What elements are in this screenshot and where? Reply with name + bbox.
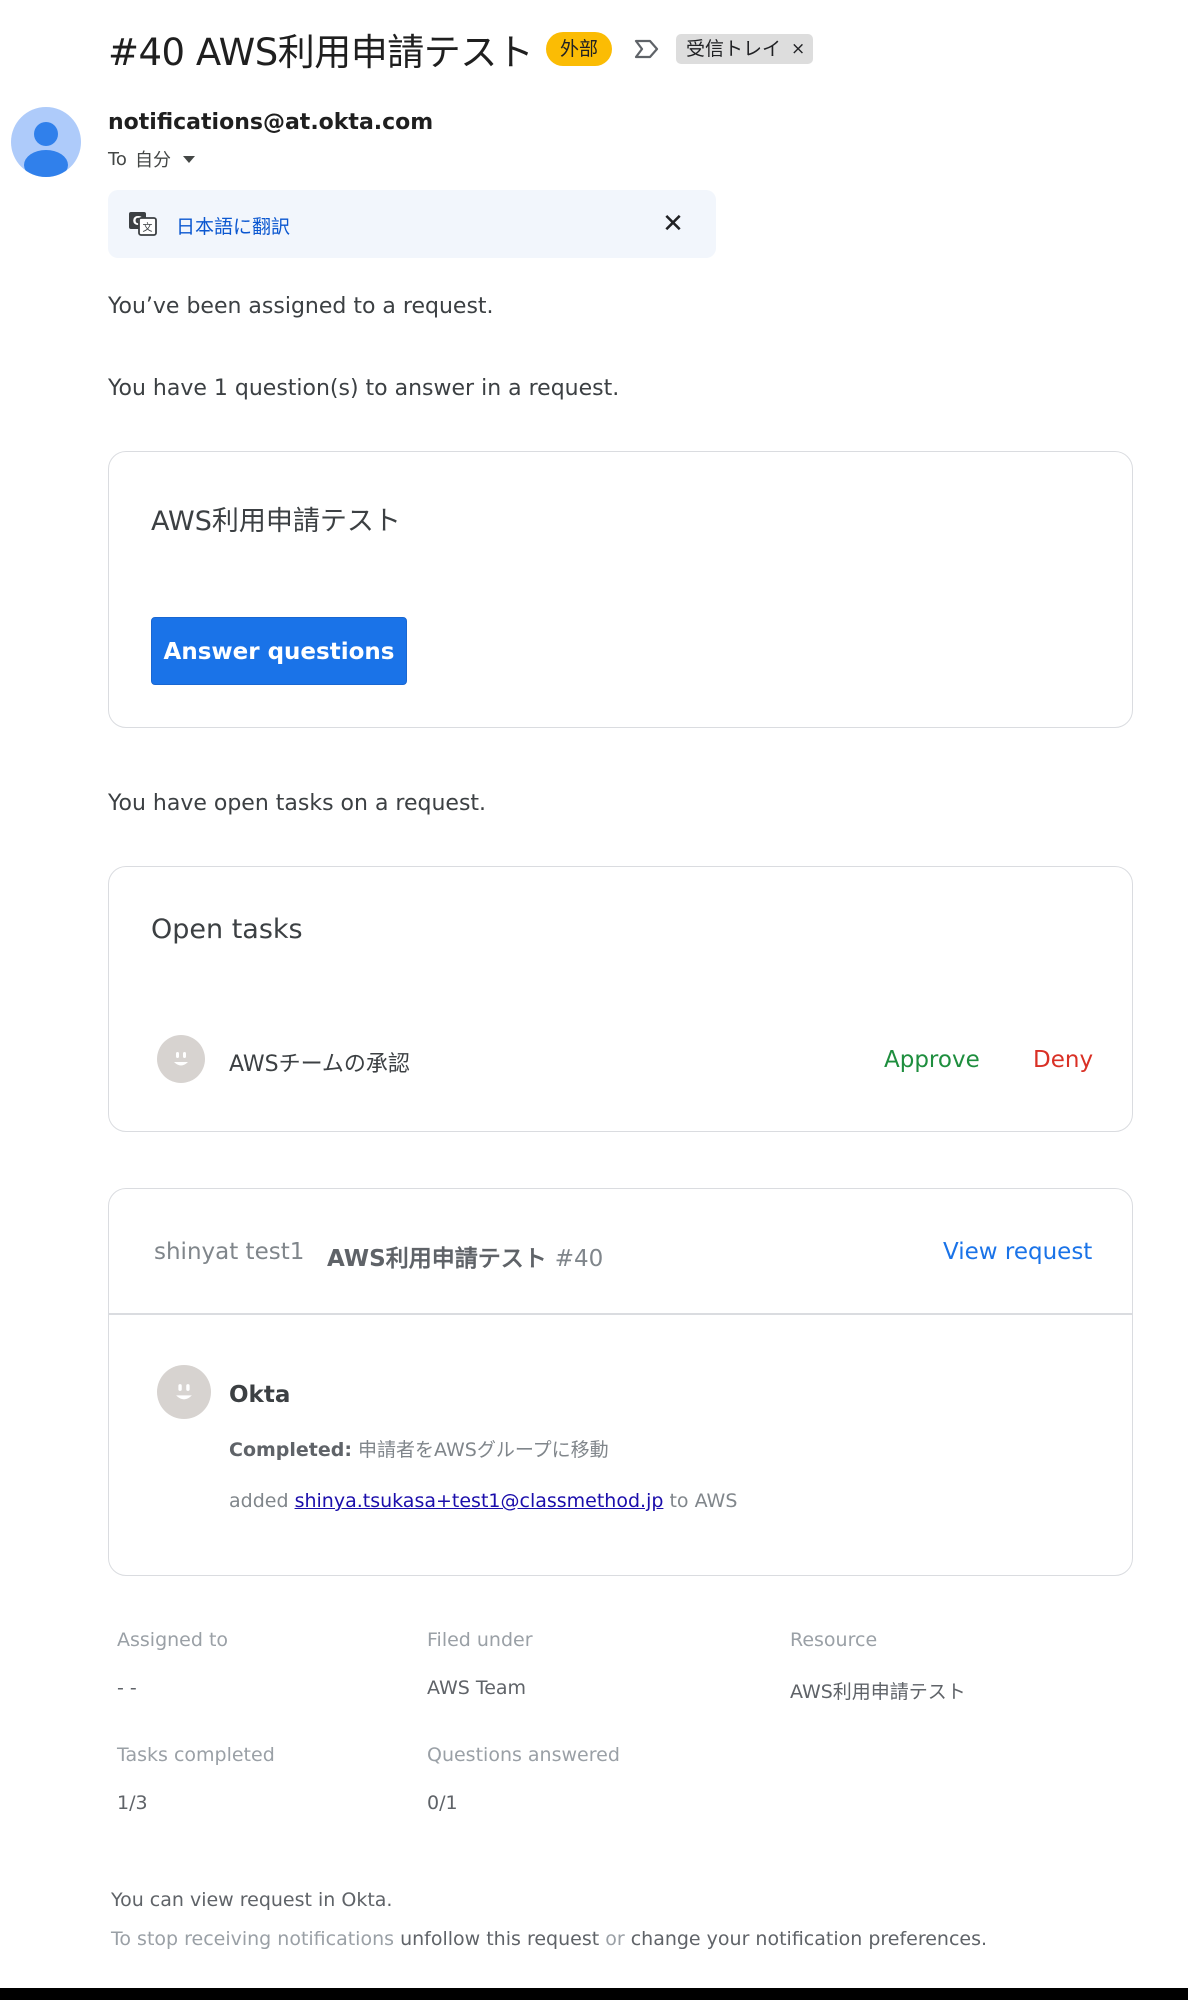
added-prefix: added [229, 1490, 289, 1512]
view-request-link[interactable]: View request [943, 1239, 1092, 1265]
completed-label: Completed: [229, 1439, 352, 1461]
added-email-link[interactable]: shinya.tsukasa+test1@classmethod.jp [295, 1490, 664, 1512]
answer-questions-button[interactable]: Answer questions [151, 617, 407, 685]
label-arrow-icon[interactable] [632, 34, 662, 64]
request-number: #40 [554, 1246, 604, 1272]
question-card: AWS利用申請テスト Answer questions [108, 451, 1133, 728]
completed-value: 申請者をAWSグループに移動 [358, 1439, 609, 1461]
footer-view-text[interactable]: You can view request in Okta. [111, 1889, 392, 1911]
open-tasks-card: Open tasks AWSチームの承認 Approve Deny [108, 866, 1133, 1132]
translate-bar: G 文 日本語に翻訳 ✕ [108, 190, 716, 258]
request-title-text: AWS利用申請テスト [327, 1246, 547, 1272]
activity-actor: Okta [229, 1382, 291, 1408]
unfollow-link[interactable]: unfollow this request [400, 1928, 599, 1950]
questions-text: You have 1 question(s) to answer in a re… [108, 376, 620, 401]
task-name: AWSチームの承認 [229, 1052, 410, 1077]
approve-link[interactable]: Approve [884, 1047, 980, 1073]
external-badge: 外部 [546, 32, 613, 66]
tasks-completed-label: Tasks completed [117, 1744, 275, 1766]
chevron-down-icon[interactable] [182, 155, 195, 163]
translate-link[interactable]: 日本語に翻訳 [176, 212, 290, 239]
sender-address: notifications@at.okta.com [108, 110, 434, 135]
recipient-line[interactable]: To 自分 [108, 146, 195, 172]
footer-stop-prefix: To stop receiving notifications [111, 1928, 395, 1950]
questions-answered-label: Questions answered [427, 1744, 620, 1766]
deny-link[interactable]: Deny [1033, 1047, 1093, 1073]
question-card-title: AWS利用申請テスト [151, 506, 401, 537]
to-prefix: To [108, 148, 127, 170]
filed-under-label: Filed under [427, 1629, 533, 1651]
open-tasks-text: You have open tasks on a request. [108, 791, 487, 816]
close-icon[interactable]: ✕ [658, 209, 688, 239]
resource-label: Resource [790, 1629, 878, 1651]
footer-unsubscribe-line: To stop receiving notifications unfollow… [111, 1928, 987, 1950]
notification-preferences-link[interactable]: change your notification preferences. [631, 1928, 987, 1950]
assigned-text: You’ve been assigned to a request. [108, 294, 494, 319]
assigned-to-label: Assigned to [117, 1629, 229, 1651]
to-value: 自分 [134, 150, 171, 171]
remove-label-icon[interactable]: × [791, 34, 805, 64]
assigned-to-value: - - [117, 1677, 137, 1699]
requester-name: shinyat test1 [154, 1239, 305, 1265]
svg-text:文: 文 [143, 221, 153, 234]
inbox-label-text: 受信トレイ [686, 38, 782, 60]
tasks-completed-value: 1/3 [117, 1792, 148, 1814]
inbox-label-chip: 受信トレイ × [676, 34, 814, 64]
card-divider [109, 1313, 1132, 1315]
completed-line: Completed: 申請者をAWSグループに移動 [229, 1435, 609, 1462]
window-bottom-edge [0, 1988, 1188, 2000]
smiley-avatar-icon [157, 1035, 205, 1083]
footer-or: or [605, 1928, 625, 1950]
added-line: added shinya.tsukasa+test1@classmethod.j… [229, 1490, 737, 1512]
added-suffix: to AWS [669, 1490, 738, 1512]
person-avatar-icon[interactable] [11, 107, 81, 177]
resource-value: AWS利用申請テスト [790, 1681, 966, 1703]
questions-answered-value: 0/1 [427, 1792, 458, 1814]
request-title: AWS利用申請テスト #40 [327, 1239, 603, 1273]
email-subject: #40 AWS利用申請テスト [108, 31, 534, 74]
translate-icon: G 文 [129, 212, 157, 236]
smiley-avatar-icon [157, 1365, 211, 1419]
filed-under-value: AWS Team [427, 1677, 527, 1699]
open-tasks-title: Open tasks [151, 914, 303, 945]
request-card: shinyat test1 AWS利用申請テスト #40 View reques… [108, 1188, 1133, 1576]
